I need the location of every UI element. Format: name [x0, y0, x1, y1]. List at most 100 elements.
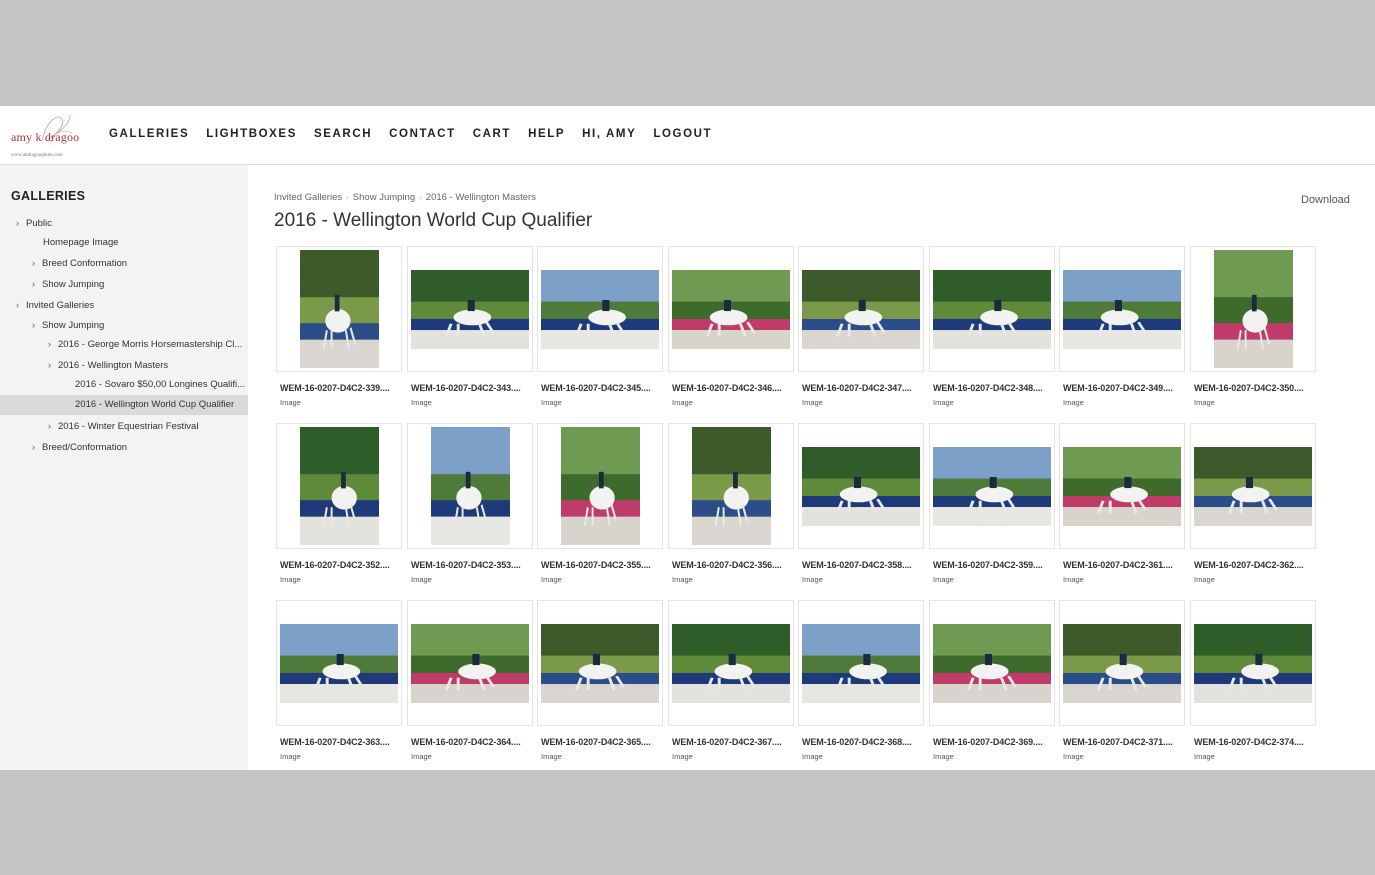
tree-item-george-morris[interactable]: › 2016 - George Morris Horsemastership Cl…: [48, 334, 242, 354]
image-tile[interactable]: [537, 246, 663, 372]
image-tile[interactable]: [798, 246, 924, 372]
tree-item-show-jumping-public[interactable]: › Show Jumping: [32, 274, 104, 294]
tree-item-winter-equestrian-festival[interactable]: › 2016 - Winter Equestrian Festival: [48, 416, 198, 436]
image-tile[interactable]: [407, 423, 533, 549]
image-thumbnail[interactable]: [1063, 623, 1181, 703]
image-tile[interactable]: [668, 246, 794, 372]
image-filename[interactable]: WEM-16-0207-D4C2-363....: [280, 737, 404, 747]
image-filename[interactable]: WEM-16-0207-D4C2-367....: [672, 737, 796, 747]
download-button[interactable]: Download: [1301, 194, 1350, 206]
image-tile[interactable]: [1059, 600, 1185, 726]
chevron-right-icon[interactable]: ›: [32, 437, 42, 457]
image-tile[interactable]: [668, 600, 794, 726]
chevron-right-icon[interactable]: ›: [48, 355, 58, 375]
tree-item-breed-conformation-2[interactable]: › Breed/Conformation: [32, 437, 127, 457]
image-tile[interactable]: [537, 423, 663, 549]
image-filename[interactable]: WEM-16-0207-D4C2-369....: [933, 737, 1057, 747]
image-filename[interactable]: WEM-16-0207-D4C2-339....: [280, 383, 404, 393]
image-filename[interactable]: WEM-16-0207-D4C2-371....: [1063, 737, 1187, 747]
tree-item-wellington-world-cup-qualifier[interactable]: 2016 - Wellington World Cup Qualifier: [0, 395, 248, 415]
image-tile[interactable]: [1059, 423, 1185, 549]
image-filename[interactable]: WEM-16-0207-D4C2-359....: [933, 560, 1057, 570]
image-tile[interactable]: [929, 423, 1055, 549]
image-thumbnail[interactable]: [280, 623, 398, 703]
chevron-right-icon[interactable]: ›: [16, 213, 26, 233]
image-filename[interactable]: WEM-16-0207-D4C2-348....: [933, 383, 1057, 393]
image-thumbnail[interactable]: [802, 446, 920, 526]
tree-item-sovaro-qualifier[interactable]: 2016 - Sovaro $50,00 Longines Qualifi...: [75, 375, 245, 395]
image-thumbnail[interactable]: [411, 623, 529, 703]
chevron-right-icon[interactable]: ›: [32, 315, 42, 335]
image-tile[interactable]: [798, 423, 924, 549]
image-tile[interactable]: [668, 423, 794, 549]
image-thumbnail[interactable]: [672, 623, 790, 703]
image-filename[interactable]: WEM-16-0207-D4C2-347....: [802, 383, 926, 393]
tree-item-public[interactable]: › Public: [16, 213, 52, 233]
image-tile[interactable]: [1059, 246, 1185, 372]
image-filename[interactable]: WEM-16-0207-D4C2-345....: [541, 383, 665, 393]
image-tile[interactable]: [276, 423, 402, 549]
image-thumbnail[interactable]: [1063, 269, 1181, 349]
chevron-right-icon[interactable]: ›: [48, 416, 58, 436]
nav-help[interactable]: HELP: [528, 128, 565, 140]
breadcrumb-show-jumping[interactable]: Show Jumping: [353, 192, 415, 203]
image-tile[interactable]: [798, 600, 924, 726]
image-thumbnail[interactable]: [411, 269, 529, 349]
image-tile[interactable]: [929, 246, 1055, 372]
image-tile[interactable]: [407, 246, 533, 372]
image-tile[interactable]: [276, 246, 402, 372]
image-filename[interactable]: WEM-16-0207-D4C2-356....: [672, 560, 796, 570]
tree-item-breed-conformation[interactable]: › Breed Conformation: [32, 253, 127, 273]
nav-contact[interactable]: CONTACT: [389, 128, 456, 140]
image-thumbnail[interactable]: [560, 427, 640, 545]
nav-account[interactable]: HI, AMY: [582, 128, 636, 140]
image-filename[interactable]: WEM-16-0207-D4C2-352....: [280, 560, 404, 570]
image-thumbnail[interactable]: [1063, 446, 1181, 526]
chevron-right-icon[interactable]: ›: [32, 253, 42, 273]
image-thumbnail[interactable]: [672, 269, 790, 349]
nav-galleries[interactable]: GALLERIES: [109, 128, 189, 140]
image-thumbnail[interactable]: [933, 446, 1051, 526]
image-filename[interactable]: WEM-16-0207-D4C2-349....: [1063, 383, 1187, 393]
image-tile[interactable]: [929, 600, 1055, 726]
image-thumbnail[interactable]: [541, 269, 659, 349]
tree-item-invited-galleries[interactable]: › Invited Galleries: [16, 295, 94, 315]
image-tile[interactable]: [407, 600, 533, 726]
image-tile[interactable]: [1190, 246, 1316, 372]
nav-logout[interactable]: LOGOUT: [653, 128, 712, 140]
image-filename[interactable]: WEM-16-0207-D4C2-346....: [672, 383, 796, 393]
image-tile[interactable]: [1190, 600, 1316, 726]
image-thumbnail[interactable]: [802, 623, 920, 703]
chevron-right-icon[interactable]: ›: [16, 295, 26, 315]
image-filename[interactable]: WEM-16-0207-D4C2-353....: [411, 560, 535, 570]
tree-item-wellington-masters[interactable]: › 2016 - Wellington Masters: [48, 355, 168, 375]
nav-lightboxes[interactable]: LIGHTBOXES: [206, 128, 297, 140]
image-filename[interactable]: WEM-16-0207-D4C2-343....: [411, 383, 535, 393]
tree-item-homepage-image[interactable]: Homepage Image: [43, 233, 119, 253]
nav-search[interactable]: SEARCH: [314, 128, 372, 140]
chevron-right-icon[interactable]: ›: [48, 334, 58, 354]
site-logo[interactable]: amy k dragoo www.akdragoophoto.com: [8, 111, 80, 161]
chevron-right-icon[interactable]: ›: [32, 274, 42, 294]
nav-cart[interactable]: CART: [473, 128, 511, 140]
image-thumbnail[interactable]: [1194, 446, 1312, 526]
image-thumbnail[interactable]: [933, 269, 1051, 349]
image-thumbnail[interactable]: [541, 623, 659, 703]
image-thumbnail[interactable]: [933, 623, 1051, 703]
image-thumbnail[interactable]: [1194, 623, 1312, 703]
image-thumbnail[interactable]: [299, 427, 379, 545]
image-thumbnail[interactable]: [299, 250, 379, 368]
breadcrumb-wellington-masters[interactable]: 2016 - Wellington Masters: [426, 192, 536, 203]
image-filename[interactable]: WEM-16-0207-D4C2-365....: [541, 737, 665, 747]
image-tile[interactable]: [1190, 423, 1316, 549]
breadcrumb-invited-galleries[interactable]: Invited Galleries: [274, 192, 342, 203]
image-thumbnail[interactable]: [691, 427, 771, 545]
image-tile[interactable]: [276, 600, 402, 726]
tree-item-show-jumping-invited[interactable]: › Show Jumping: [32, 315, 104, 335]
image-filename[interactable]: WEM-16-0207-D4C2-362....: [1194, 560, 1318, 570]
image-filename[interactable]: WEM-16-0207-D4C2-355....: [541, 560, 665, 570]
image-filename[interactable]: WEM-16-0207-D4C2-368....: [802, 737, 926, 747]
image-filename[interactable]: WEM-16-0207-D4C2-364....: [411, 737, 535, 747]
image-thumbnail[interactable]: [430, 427, 510, 545]
image-filename[interactable]: WEM-16-0207-D4C2-358....: [802, 560, 926, 570]
